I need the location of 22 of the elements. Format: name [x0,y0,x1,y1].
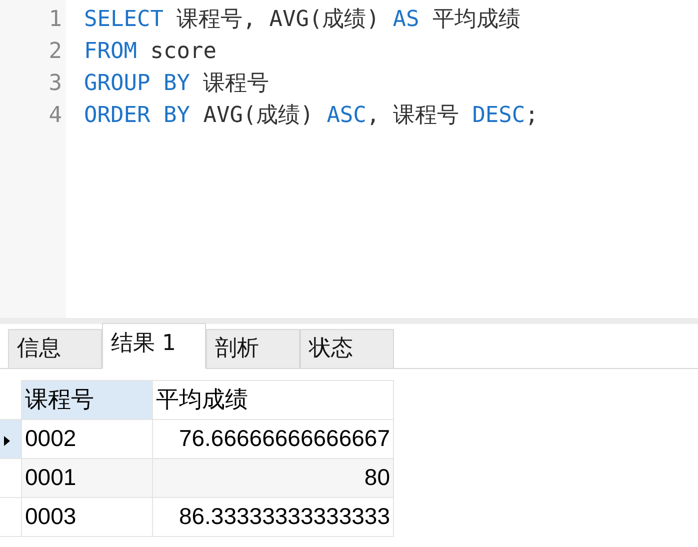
result-tab[interactable]: 结果 1 [102,323,206,369]
current-row-icon [4,436,10,446]
row-indicator[interactable] [0,419,22,458]
table-cell: 76.66666666666667 [152,419,394,458]
result-tab[interactable]: 状态 [300,329,394,368]
table-cell: 86.33333333333333 [152,497,394,536]
column-header[interactable]: 课程号 [22,380,152,419]
line-number: 4 [48,102,63,130]
table-cell: 0001 [22,458,152,497]
line-number: 3 [48,70,63,98]
code-line: ORDER BY AVG(成绩) ASC, 课程号 DESC; [84,102,538,130]
line-number: 1 [48,6,63,34]
code-line: FROM score [84,38,218,66]
code-line: SELECT 课程号, AVG(成绩) AS 平均成绩 [84,6,522,34]
result-tab[interactable]: 信息 [8,329,102,368]
code-line: GROUP BY 课程号 [84,70,270,98]
table-cell: 0003 [22,497,152,536]
table-cell: 0002 [22,419,152,458]
column-header[interactable]: 平均成绩 [152,380,394,419]
line-number: 2 [48,38,63,66]
result-tab[interactable]: 剖析 [206,329,300,368]
table-cell: 80 [152,458,394,497]
